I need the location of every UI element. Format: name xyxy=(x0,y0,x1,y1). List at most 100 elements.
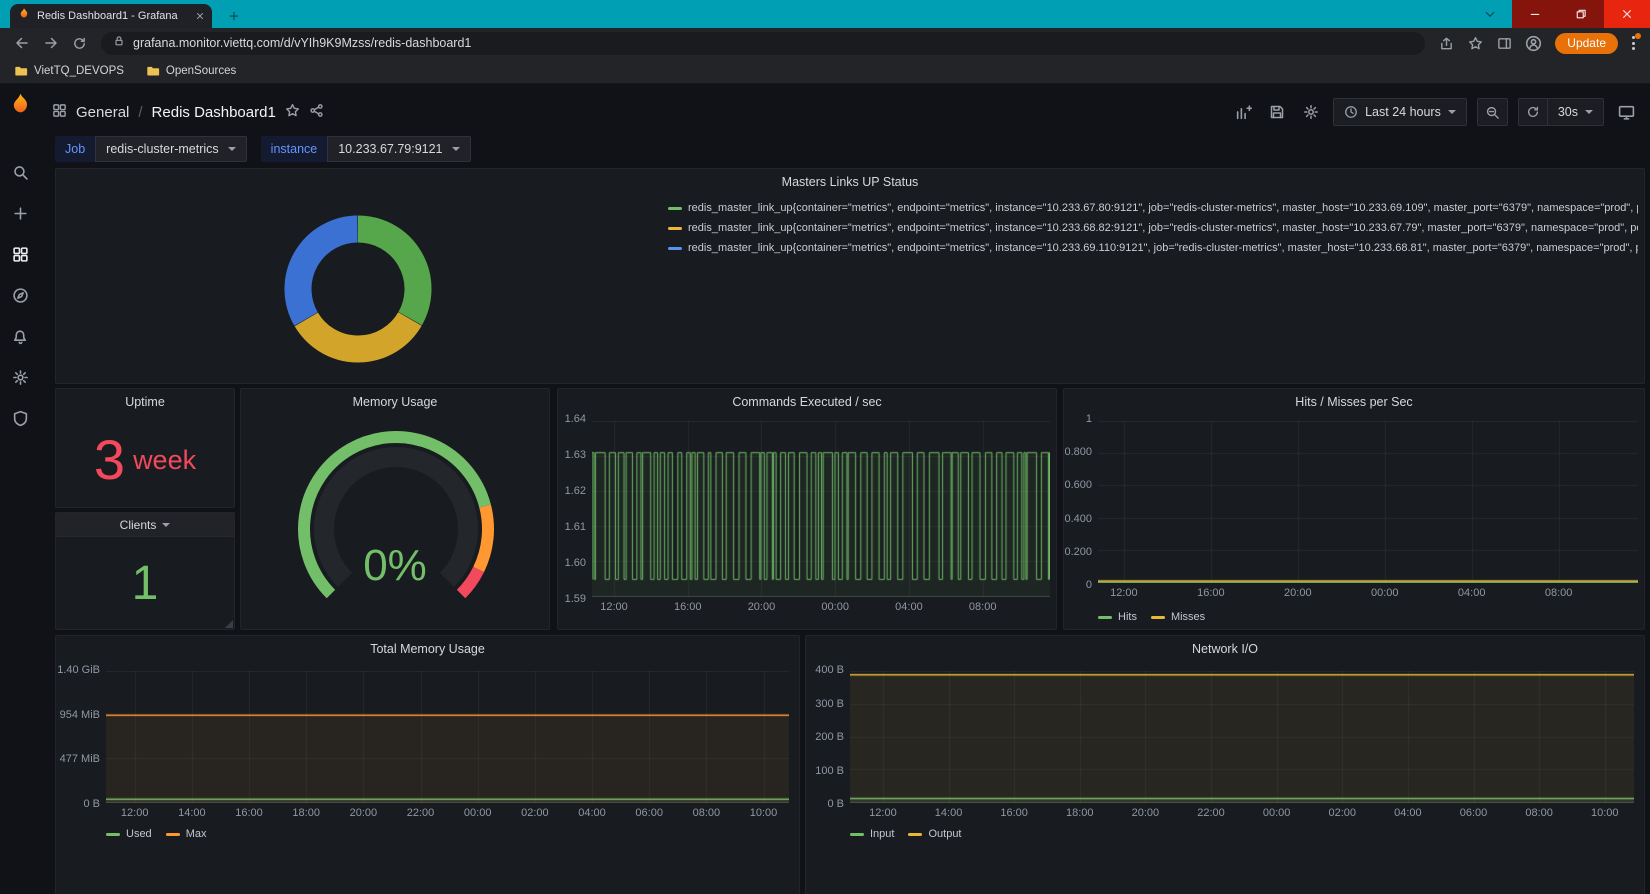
grafana-favicon xyxy=(17,7,31,26)
window-restore-button[interactable] xyxy=(1558,0,1604,28)
dashboards-icon[interactable] xyxy=(5,244,35,264)
reload-button[interactable] xyxy=(66,30,93,57)
alerting-bell-icon[interactable] xyxy=(5,326,35,346)
axis-tick: 14:00 xyxy=(935,807,963,819)
legend-item[interactable]: Used xyxy=(106,828,152,840)
axis-tick: 00:00 xyxy=(464,807,492,819)
favorite-star-icon[interactable] xyxy=(285,103,300,122)
time-range-label: Last 24 hours xyxy=(1365,105,1441,119)
panel-uptime[interactable]: Uptime 3 week xyxy=(55,388,235,508)
axis-tick: 10:00 xyxy=(1591,807,1619,819)
bookmark-folder-vietq[interactable]: VietTQ_DEVOPS xyxy=(14,64,124,78)
dashboard-grid-icon[interactable] xyxy=(52,103,67,122)
axis-tick: 08:00 xyxy=(1525,807,1553,819)
panel-commands-executed[interactable]: Commands Executed / sec 1.641.631.621.61… xyxy=(557,388,1057,630)
back-button[interactable] xyxy=(8,30,35,57)
save-dashboard-icon[interactable] xyxy=(1265,100,1289,124)
axis-tick: 954 MiB xyxy=(60,709,100,721)
legend-item[interactable]: Hits xyxy=(1098,611,1137,623)
bookmark-star-icon[interactable] xyxy=(1462,30,1489,57)
bookmark-folder-opensources[interactable]: OpenSources xyxy=(146,64,236,78)
update-button[interactable]: Update xyxy=(1555,33,1618,54)
side-panel-icon[interactable] xyxy=(1491,30,1518,57)
zoom-out-button[interactable] xyxy=(1477,98,1508,126)
axis-tick: 1.60 xyxy=(565,557,586,569)
breadcrumb-title: Redis Dashboard1 xyxy=(152,104,276,121)
grafana-logo[interactable] xyxy=(8,92,33,122)
axis-tick: 22:00 xyxy=(1197,807,1225,819)
refresh-button[interactable] xyxy=(1518,98,1547,126)
legend-color-dash xyxy=(908,833,922,836)
explore-compass-icon[interactable] xyxy=(5,285,35,305)
window-minimize-button[interactable] xyxy=(1512,0,1558,28)
legend-label: Misses xyxy=(1171,611,1205,623)
variable-instance-select[interactable]: 10.233.67.79:9121 xyxy=(327,136,470,162)
panel-total-memory-usage[interactable]: Total Memory Usage 1.40 GiB954 MiB477 Mi… xyxy=(55,635,800,894)
legend-item[interactable]: redis_master_link_up{container="metrics"… xyxy=(668,222,1638,234)
clock-icon xyxy=(1344,105,1358,119)
profile-avatar[interactable] xyxy=(1520,30,1547,57)
legend-label: redis_master_link_up{container="metrics"… xyxy=(688,242,1638,254)
dashboard-settings-icon[interactable] xyxy=(1299,100,1323,124)
legend-item[interactable]: Misses xyxy=(1151,611,1205,623)
network-io-chart[interactable] xyxy=(850,671,1634,803)
time-range-picker[interactable]: Last 24 hours xyxy=(1333,98,1467,126)
panel-clients[interactable]: Clients 1 xyxy=(55,512,235,630)
window-close-button[interactable] xyxy=(1604,0,1650,28)
dashboard-header: General / Redis Dashboard1 xyxy=(52,96,1638,128)
x-axis: 12:0014:0016:0018:0020:0022:0000:0002:00… xyxy=(106,807,789,821)
browser-menu-icon[interactable] xyxy=(1624,31,1642,55)
legend-item[interactable]: redis_master_link_up{container="metrics"… xyxy=(668,242,1638,254)
clients-value: 1 xyxy=(56,537,234,629)
panel-title: Total Memory Usage xyxy=(56,636,799,660)
panel-title: Hits / Misses per Sec xyxy=(1064,389,1644,413)
share-dashboard-icon[interactable] xyxy=(309,103,324,122)
clients-title: Clients xyxy=(120,518,157,532)
axis-tick: 0.200 xyxy=(1064,546,1092,558)
axis-tick: 200 B xyxy=(815,731,844,743)
forward-button[interactable] xyxy=(37,30,64,57)
x-axis: 12:0016:0020:0000:0004:0008:00 xyxy=(1098,587,1638,601)
clients-header[interactable]: Clients xyxy=(56,513,234,537)
variable-job-select[interactable]: redis-cluster-metrics xyxy=(95,136,247,162)
y-axis: 400 B300 B200 B100 B0 B xyxy=(806,664,844,810)
tab-search-chevron-icon[interactable] xyxy=(1480,4,1500,24)
masters-donut-chart[interactable] xyxy=(278,209,438,369)
breadcrumb-section[interactable]: General xyxy=(76,104,129,121)
kiosk-mode-icon[interactable] xyxy=(1614,100,1638,124)
axis-tick: 300 B xyxy=(815,698,844,710)
legend-item[interactable]: Max xyxy=(166,828,207,840)
panel-memory-usage[interactable]: Memory Usage 0% xyxy=(240,388,550,630)
total-memory-chart[interactable] xyxy=(106,671,789,803)
legend-item[interactable]: redis_master_link_up{container="metrics"… xyxy=(668,202,1638,214)
configuration-gear-icon[interactable] xyxy=(5,367,35,387)
panel-network-io[interactable]: Network I/O 400 B300 B200 B100 B0 B 12:0… xyxy=(805,635,1645,894)
admin-shield-icon[interactable] xyxy=(5,408,35,428)
legend-color-dash xyxy=(1151,616,1165,619)
hits-misses-chart[interactable] xyxy=(1098,421,1638,583)
refresh-interval-picker[interactable]: 30s xyxy=(1547,98,1604,126)
browser-tab[interactable]: Redis Dashboard1 - Grafana xyxy=(10,4,212,28)
share-icon[interactable] xyxy=(1433,30,1460,57)
legend-item[interactable]: Input xyxy=(850,828,894,840)
new-tab-button[interactable] xyxy=(224,6,244,26)
panel-hits-misses[interactable]: Hits / Misses per Sec 10.8000.6000.4000.… xyxy=(1063,388,1645,630)
search-icon[interactable] xyxy=(5,162,35,182)
variable-job-label: Job xyxy=(55,136,95,162)
refresh-interval-label: 30s xyxy=(1558,105,1578,119)
legend-label: Input xyxy=(870,828,894,840)
legend-item[interactable]: Output xyxy=(908,828,961,840)
axis-tick: 20:00 xyxy=(1284,587,1312,599)
axis-tick: 12:00 xyxy=(600,601,628,613)
tab-close-icon[interactable] xyxy=(195,11,205,21)
panel-masters-links-up-status[interactable]: Masters Links UP Status redis_master_lin… xyxy=(55,168,1645,384)
axis-tick: 04:00 xyxy=(1458,587,1486,599)
axis-tick: 0 B xyxy=(83,798,100,810)
chevron-down-icon xyxy=(1585,110,1593,114)
axis-tick: 0.800 xyxy=(1064,446,1092,458)
commands-chart[interactable] xyxy=(592,421,1050,597)
create-plus-icon[interactable] xyxy=(5,203,35,223)
add-panel-icon[interactable] xyxy=(1231,100,1255,124)
panel-resize-handle[interactable] xyxy=(225,620,233,628)
address-bar[interactable]: grafana.monitor.viettq.com/d/vYIh9K9Mzss… xyxy=(101,32,1425,55)
